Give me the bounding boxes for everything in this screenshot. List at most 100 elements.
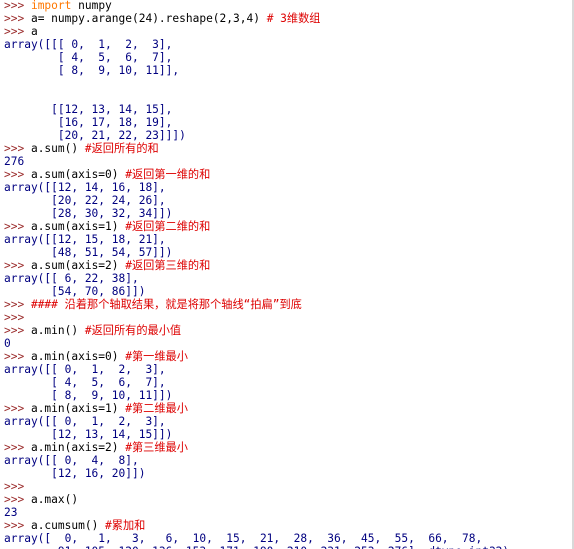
code-text: a.min(axis=0)	[30, 350, 126, 363]
shell-prompt: >>>	[4, 298, 31, 311]
shell-line: array([[12, 15, 18, 21],	[4, 233, 574, 246]
output-text: [12, 13, 14, 15]])	[4, 428, 173, 441]
shell-line: >>> a.min(axis=1) #第二维最小	[4, 402, 574, 415]
shell-line: array([[ 6, 22, 38],	[4, 272, 574, 285]
shell-line: >>> a.sum(axis=2) #返回第三维的和	[4, 259, 574, 272]
code-text: a.cumsum()	[30, 519, 106, 532]
output-text: [12, 16, 20]])	[4, 467, 146, 480]
shell-prompt: >>>	[4, 350, 31, 363]
code-text: a.min(axis=2)	[30, 441, 126, 454]
shell-line: 91, 105, 120, 136, 153, 171, 190, 210, 2…	[4, 545, 574, 549]
comment-text: #第三维最小	[125, 441, 188, 454]
shell-line: [[12, 13, 14, 15],	[4, 103, 574, 116]
comment-text: #第一维最小	[125, 350, 188, 363]
shell-line: >>> a.sum(axis=0) #返回第一维的和	[4, 168, 574, 181]
output-text: array([[ 0, 1, 2, 3],	[4, 363, 166, 376]
output-text: array([[ 6, 22, 38],	[4, 272, 139, 285]
shell-prompt: >>>	[4, 324, 31, 337]
code-text: a	[30, 25, 38, 38]
output-text: 0	[4, 337, 11, 350]
shell-line: >>> a.sum(axis=1) #返回第二维的和	[4, 220, 574, 233]
code-text: a= numpy.arange(24).reshape(2,3,4)	[30, 12, 267, 25]
code-text: a.sum(axis=1)	[30, 220, 126, 233]
shell-line: >>> a	[4, 25, 574, 38]
output-text: array([[12, 14, 16, 18],	[4, 181, 166, 194]
shell-line: [28, 30, 32, 34]])	[4, 207, 574, 220]
output-text: [28, 30, 32, 34]])	[4, 207, 173, 220]
shell-line: [54, 70, 86]])	[4, 285, 574, 298]
comment-text: #返回第一维的和	[125, 168, 211, 181]
shell-prompt: >>>	[4, 12, 31, 25]
shell-line: 0	[4, 337, 574, 350]
shell-line: array([[ 0, 1, 2, 3],	[4, 415, 574, 428]
shell-line: >>>	[4, 311, 574, 324]
output-text: [48, 51, 54, 57]])	[4, 246, 173, 259]
output-text: 23	[4, 506, 18, 519]
output-text: [ 4, 5, 6, 7],	[4, 51, 173, 64]
shell-prompt: >>>	[4, 402, 31, 415]
shell-line: array([[[ 0, 1, 2, 3],	[4, 38, 574, 51]
shell-line: array([ 0, 1, 3, 6, 10, 15, 21, 28, 36, …	[4, 532, 574, 545]
comment-text: #返回所有的最小值	[84, 324, 182, 337]
comment-text: #### 沿着那个轴取结果，就是将那个轴线“拍扁”到底	[30, 298, 302, 311]
shell-line: [ 8, 9, 10, 11]])	[4, 389, 574, 402]
shell-line: [12, 13, 14, 15]])	[4, 428, 574, 441]
output-text: [[12, 13, 14, 15],	[4, 103, 173, 116]
shell-line: [20, 21, 22, 23]]])	[4, 129, 574, 142]
shell-line: [ 8, 9, 10, 11]],	[4, 64, 574, 77]
output-text: array([[ 0, 4, 8],	[4, 454, 139, 467]
code-text: a.min(axis=1)	[30, 402, 126, 415]
output-text: array([[12, 15, 18, 21],	[4, 233, 166, 246]
comment-text: #返回第二维的和	[125, 220, 211, 233]
comment-text: #累加和	[105, 519, 146, 532]
shell-line: 276	[4, 155, 574, 168]
shell-output-area[interactable]: >>> import numpy >>> a= numpy.arange(24).…	[4, 0, 574, 549]
shell-line: >>> a.min() #返回所有的最小值	[4, 324, 574, 337]
shell-line: array([[12, 14, 16, 18],	[4, 181, 574, 194]
output-text: [54, 70, 86]])	[4, 285, 146, 298]
shell-prompt: >>>	[4, 441, 31, 454]
shell-prompt: >>>	[4, 480, 31, 493]
shell-line: >>> a.cumsum() #累加和	[4, 519, 574, 532]
shell-line: [12, 16, 20]])	[4, 467, 574, 480]
code-text: a.sum()	[30, 142, 85, 155]
shell-line: [ 4, 5, 6, 7],	[4, 376, 574, 389]
shell-line: [16, 17, 18, 19],	[4, 116, 574, 129]
shell-prompt: >>>	[4, 0, 31, 12]
shell-prompt: >>>	[4, 142, 31, 155]
code-text: a.min()	[30, 324, 85, 337]
code-text: a.sum(axis=0)	[30, 168, 126, 181]
output-text: 91, 105, 120, 136, 153, 171, 190, 210, 2…	[4, 545, 509, 549]
shell-prompt: >>>	[4, 311, 31, 324]
shell-line: >>>	[4, 480, 574, 493]
shell-line: [20, 22, 24, 26],	[4, 194, 574, 207]
shell-prompt: >>>	[4, 259, 31, 272]
comment-text: # 3维数组	[266, 12, 321, 25]
shell-prompt: >>>	[4, 519, 31, 532]
output-text: 276	[4, 155, 25, 168]
code-text: a.max()	[30, 493, 79, 506]
shell-line: >>> a= numpy.arange(24).reshape(2,3,4) #…	[4, 12, 574, 25]
output-text: [ 8, 9, 10, 11]],	[4, 64, 180, 77]
shell-prompt: >>>	[4, 493, 31, 506]
code-text: a.sum(axis=2)	[30, 259, 126, 272]
shell-prompt: >>>	[4, 220, 31, 233]
shell-line: 23	[4, 506, 574, 519]
output-text: [20, 22, 24, 26],	[4, 194, 166, 207]
comment-text: #返回第三维的和	[125, 259, 211, 272]
output-text: [ 4, 5, 6, 7],	[4, 376, 166, 389]
shell-line: array([[ 0, 4, 8],	[4, 454, 574, 467]
shell-line: >>> a.sum() #返回所有的和	[4, 142, 574, 155]
code-text: numpy	[71, 0, 112, 12]
shell-line: >>> #### 沿着那个轴取结果，就是将那个轴线“拍扁”到底	[4, 298, 574, 311]
output-text: array([[ 0, 1, 2, 3],	[4, 415, 166, 428]
shell-line: >>> a.max()	[4, 493, 574, 506]
shell-line: [ 4, 5, 6, 7],	[4, 51, 574, 64]
python-shell-window: >>> import numpy >>> a= numpy.arange(24).…	[0, 0, 574, 549]
comment-text: #第二维最小	[125, 402, 188, 415]
comment-text: #返回所有的和	[84, 142, 159, 155]
shell-prompt: >>>	[4, 168, 31, 181]
shell-prompt: >>>	[4, 25, 31, 38]
